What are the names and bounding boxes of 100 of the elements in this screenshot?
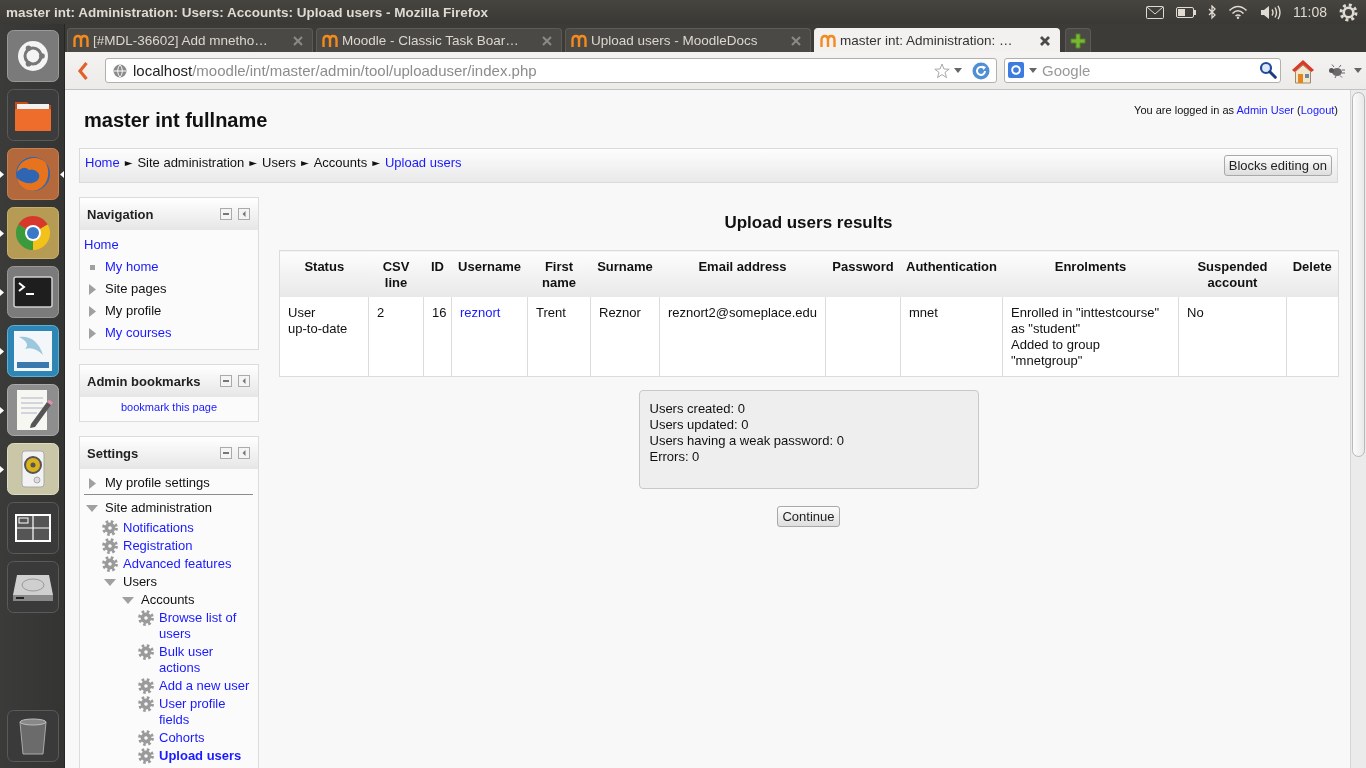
browser-tab[interactable]: Moodle - Classic Task Boar… (316, 28, 562, 52)
tree-item[interactable]: Users (123, 574, 157, 590)
column-header: Password (825, 250, 901, 297)
dock-icon[interactable] (238, 447, 250, 459)
tree-item[interactable]: Site pages (105, 281, 167, 297)
dock-icon[interactable] (238, 208, 250, 220)
blocks-editing-button[interactable]: Blocks editing on (1223, 155, 1332, 176)
caret-icon[interactable] (1354, 68, 1362, 73)
gear-icon (138, 696, 154, 712)
continue-button[interactable]: Continue (777, 506, 840, 527)
tree-link[interactable]: Registration (123, 538, 193, 554)
search-icon[interactable] (1259, 61, 1277, 79)
breadcrumb-separator: ► (301, 156, 309, 170)
text-editor-icon[interactable] (7, 384, 59, 436)
browser-tab[interactable]: Upload users - MoodleDocs (565, 28, 811, 52)
bookmark-link[interactable]: bookmark this page (121, 401, 217, 413)
table-cell: 2 (368, 297, 424, 377)
site-logo-icon (820, 33, 836, 48)
tree-item[interactable]: My profile settings (105, 475, 210, 491)
gear-icon (138, 748, 154, 764)
minimize-icon[interactable] (220, 447, 232, 459)
reload-icon[interactable] (972, 61, 990, 80)
tree-link[interactable]: Home (84, 237, 119, 253)
breadcrumb-link[interactable]: Home (85, 155, 120, 171)
browser-tab[interactable]: [#MDL-36602] Add mnetho… (67, 28, 313, 52)
search-engine-icon[interactable] (1008, 62, 1024, 78)
terminal-icon[interactable] (7, 266, 59, 318)
gear-icon[interactable] (1339, 2, 1358, 22)
summary-line: Users having a weak password: 0 (649, 433, 845, 449)
new-tab-button[interactable] (1065, 28, 1091, 52)
circle-logo-icon[interactable] (7, 30, 59, 82)
caret-icon[interactable] (954, 68, 962, 73)
column-header: First name (527, 250, 591, 297)
minimize-icon[interactable] (220, 208, 232, 220)
table-cell: mnet (900, 297, 1003, 377)
summary-line: Users updated: 0 (649, 417, 750, 433)
gear-icon (102, 556, 118, 572)
breadcrumb-item: Accounts (313, 155, 368, 171)
caret-down-icon[interactable] (122, 596, 134, 604)
gear-icon (102, 520, 118, 536)
header-link[interactable]: Logout (1300, 104, 1335, 116)
app-icon[interactable] (7, 325, 59, 377)
trash-icon[interactable] (7, 710, 59, 762)
column-header: ID (423, 250, 452, 297)
disk-drive-icon[interactable] (7, 561, 59, 613)
bug-icon[interactable] (1327, 63, 1345, 78)
caret-down-icon[interactable] (86, 504, 98, 512)
breadcrumb-link[interactable]: Upload users (384, 155, 462, 171)
globe-icon (113, 63, 127, 78)
breadcrumb-item: Users (262, 155, 296, 171)
browser-tab[interactable]: master int: Administration: … (814, 28, 1060, 52)
wifi-icon[interactable] (1228, 5, 1248, 19)
scrollbar-thumb[interactable] (1352, 92, 1365, 457)
tree-link[interactable]: My courses (105, 325, 172, 341)
star-icon[interactable] (934, 62, 950, 79)
tree-link[interactable]: Notifications (123, 520, 194, 536)
address-field[interactable]: localhost/moodle/int/master/admin/tool/uploaduser/index.php (105, 58, 997, 83)
table-cell: reznort2@someplace.edu (659, 297, 826, 377)
back-button[interactable] (75, 60, 90, 81)
column-header: Surname (590, 250, 660, 297)
tree-link[interactable]: Advanced features (123, 556, 232, 572)
speaker-icon[interactable] (7, 443, 59, 495)
tree-link[interactable]: Bulk user actions (159, 644, 253, 676)
caret-down-icon[interactable] (104, 578, 116, 586)
mail-icon[interactable] (1146, 5, 1164, 19)
tree-item[interactable]: My profile (105, 303, 162, 319)
cell-line: Enrolled in "inttestcourse" as "student" (1011, 305, 1160, 337)
tree-link[interactable]: Cohorts (159, 730, 205, 746)
column-header: Status (279, 250, 369, 297)
caret-right-icon[interactable] (88, 477, 96, 489)
tree-item[interactable]: Site administration (105, 500, 212, 516)
summary-line: Users created: 0 (649, 401, 746, 417)
tree-link[interactable]: Browse list of users (159, 610, 253, 642)
tree-link[interactable]: Add a new user (159, 678, 250, 694)
table-cell: 16 (423, 297, 452, 377)
home-icon[interactable] (1290, 57, 1316, 84)
gear-icon (138, 730, 154, 746)
tree-item[interactable]: Accounts (141, 592, 195, 608)
clock[interactable]: 11:08 (1293, 4, 1327, 20)
header-link[interactable]: Admin User (1236, 104, 1294, 116)
tree-link[interactable]: Upload users (159, 748, 242, 764)
caret-right-icon[interactable] (88, 283, 96, 295)
tree-link[interactable]: My home (105, 259, 159, 275)
minimize-icon[interactable] (220, 375, 232, 387)
site-logo-icon (571, 33, 587, 48)
dock-icon[interactable] (238, 375, 250, 387)
battery-icon[interactable] (1176, 6, 1196, 18)
folder-icon[interactable] (7, 89, 59, 141)
username-link[interactable]: reznort (460, 305, 501, 320)
close-icon[interactable] (1040, 35, 1050, 46)
volume-icon[interactable] (1260, 4, 1282, 20)
caret-icon[interactable] (1029, 68, 1037, 73)
round-browser-icon[interactable] (7, 207, 59, 259)
workspace-switcher-icon[interactable] (7, 502, 59, 554)
tree-link[interactable]: User profile fields (159, 696, 253, 728)
caret-right-icon[interactable] (88, 305, 96, 317)
search-field[interactable]: Google (1004, 58, 1281, 83)
caret-right-icon[interactable] (88, 327, 96, 339)
bluetooth-icon[interactable] (1208, 4, 1216, 20)
breadcrumb-item: Site administration (137, 155, 245, 171)
